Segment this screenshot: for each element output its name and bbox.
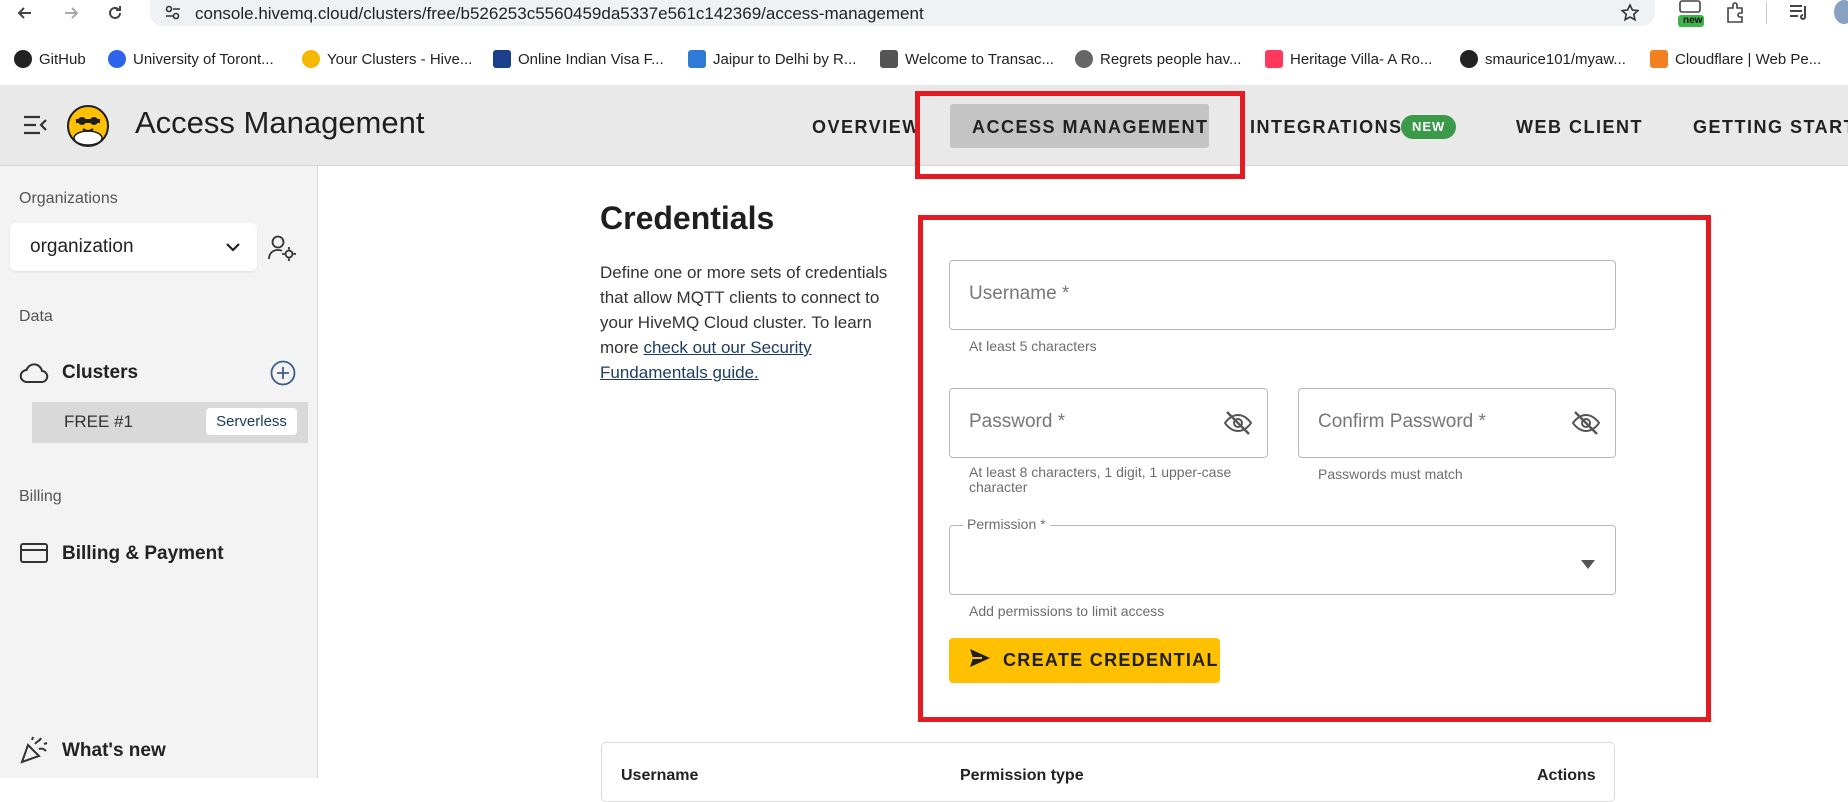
- organization-select[interactable]: organization: [10, 223, 257, 271]
- serverless-badge: Serverless: [206, 408, 297, 435]
- globe-icon: [1075, 50, 1093, 68]
- bookmark-label: Heritage Villa- A Ro...: [1290, 50, 1433, 68]
- username-placeholder: Username *: [969, 283, 1070, 304]
- chevron-down-icon: [225, 240, 241, 258]
- url-text: console.hivemq.cloud/clusters/free/b5262…: [195, 4, 924, 23]
- bookmark-label: Jaipur to Delhi by R...: [713, 50, 857, 68]
- extension-new-icon[interactable]: new: [1675, 0, 1707, 28]
- bookmarks-bar: GitHub University of Toront... Your Cluste…: [0, 44, 1848, 76]
- create-credential-button[interactable]: CREATE CREDENTIAL: [949, 638, 1220, 683]
- username-helper: At least 5 characters: [969, 338, 1097, 354]
- visibility-off-icon[interactable]: [1571, 410, 1601, 436]
- page-title: Access Management: [135, 105, 425, 140]
- username-field[interactable]: Username *: [949, 260, 1616, 330]
- tab-overview[interactable]: OVERVIEW: [812, 117, 921, 138]
- confirm-password-placeholder: Confirm Password *: [1318, 411, 1486, 432]
- bookmark-item[interactable]: Online Indian Visa F...: [493, 50, 664, 68]
- bookmark-label: Online Indian Visa F...: [518, 50, 664, 68]
- section-title: Credentials: [600, 200, 775, 236]
- add-cluster-icon[interactable]: [270, 360, 296, 391]
- bookmark-label: Cloudflare | Web Pe...: [1675, 50, 1822, 68]
- organizations-label: Organizations: [19, 190, 118, 207]
- bookmark-item[interactable]: University of Toront...: [108, 50, 274, 68]
- confirm-password-helper: Passwords must match: [1318, 466, 1463, 482]
- column-header-actions: Actions: [1537, 767, 1596, 784]
- sidebar-item-whats-new[interactable]: What's new: [62, 740, 166, 762]
- airbnb-icon: [1265, 50, 1283, 68]
- zoom-icon: [108, 50, 126, 68]
- permission-helper: Add permissions to limit access: [969, 603, 1165, 619]
- tab-web-client[interactable]: WEB CLIENT: [1516, 117, 1643, 138]
- extensions-icon[interactable]: [1724, 2, 1746, 29]
- cluster-name: FREE #1: [64, 412, 133, 431]
- browser-toolbar: console.hivemq.cloud/clusters/free/b5262…: [0, 0, 1848, 27]
- confirm-password-field[interactable]: Confirm Password *: [1298, 388, 1616, 458]
- github-icon: [14, 50, 32, 68]
- forward-icon[interactable]: [60, 2, 82, 24]
- permission-select[interactable]: [949, 525, 1616, 595]
- manage-users-icon[interactable]: [267, 234, 297, 267]
- column-header-permission: Permission type: [960, 767, 1084, 784]
- bookmark-label: Welcome to Transac...: [905, 50, 1054, 68]
- bookmark-item[interactable]: Regrets people hav...: [1075, 50, 1241, 68]
- password-field[interactable]: Password *: [949, 388, 1268, 458]
- sidebar-item-billing[interactable]: Billing & Payment: [62, 543, 224, 565]
- credit-card-icon: [19, 542, 49, 569]
- github-icon: [1460, 50, 1478, 68]
- collapse-menu-icon[interactable]: [22, 114, 48, 141]
- tab-integrations[interactable]: INTEGRATIONS: [1250, 117, 1403, 138]
- visibility-off-icon[interactable]: [1223, 410, 1253, 436]
- bookmark-label: University of Toront...: [133, 50, 274, 68]
- cloudflare-icon: [1650, 50, 1668, 68]
- highlight-box-tab: [915, 91, 1245, 179]
- org-select-value: organization: [30, 236, 134, 257]
- password-helper: At least 8 characters, 1 digit, 1 upper-…: [969, 464, 1232, 495]
- bookmark-star-icon[interactable]: [1620, 3, 1640, 28]
- profile-avatar[interactable]: [1834, 0, 1848, 24]
- bookmark-item[interactable]: GitHub: [14, 50, 86, 68]
- toolbar-divider: [1766, 2, 1767, 24]
- tab-getting-started[interactable]: GETTING STARTE: [1693, 117, 1848, 138]
- bank-icon: [880, 50, 898, 68]
- bookmark-label: GitHub: [39, 50, 86, 68]
- address-bar[interactable]: console.hivemq.cloud/clusters/free/b5262…: [150, 0, 1655, 26]
- bookmark-item[interactable]: smaurice101/myaw...: [1460, 50, 1626, 68]
- send-icon: [969, 648, 991, 673]
- section-description: Define one or more sets of credentials t…: [600, 260, 890, 385]
- column-header-username: Username: [621, 767, 699, 784]
- bookmark-label: Your Clusters - Hive...: [327, 50, 473, 68]
- new-badge: new: [1683, 15, 1703, 26]
- bookmark-item[interactable]: Cloudflare | Web Pe...: [1650, 50, 1821, 68]
- bookmark-item[interactable]: Jaipur to Delhi by R...: [688, 50, 856, 68]
- credentials-table: Username Permission type Actions: [601, 742, 1615, 802]
- party-popper-icon: [19, 735, 49, 770]
- cloud-icon: [19, 362, 49, 389]
- data-section-label: Data: [19, 308, 53, 325]
- create-credential-label: CREATE CREDENTIAL: [1003, 650, 1219, 670]
- bookmark-item[interactable]: Heritage Villa- A Ro...: [1265, 50, 1432, 68]
- bookmark-label: Regrets people hav...: [1100, 50, 1242, 68]
- dropdown-arrow-icon: [1581, 556, 1595, 574]
- new-badge: NEW: [1401, 115, 1457, 139]
- nic-icon: [493, 50, 511, 68]
- password-placeholder: Password *: [969, 411, 1066, 432]
- bookmark-item[interactable]: Welcome to Transac...: [880, 50, 1054, 68]
- back-icon[interactable]: [14, 2, 36, 24]
- site-info-icon[interactable]: [164, 4, 182, 27]
- reload-icon[interactable]: [104, 2, 126, 24]
- billing-section-label: Billing: [19, 488, 62, 505]
- sidebar-item-clusters[interactable]: Clusters: [62, 362, 138, 384]
- hivemq-logo-icon: [66, 104, 110, 153]
- hivemq-icon: [302, 50, 320, 68]
- permission-label: Permission *: [963, 516, 1050, 532]
- bookmark-label: smaurice101/myaw...: [1485, 50, 1626, 68]
- bookmark-item[interactable]: Your Clusters - Hive...: [302, 50, 472, 68]
- reading-list-icon[interactable]: [1788, 3, 1810, 28]
- s-icon: [688, 50, 706, 68]
